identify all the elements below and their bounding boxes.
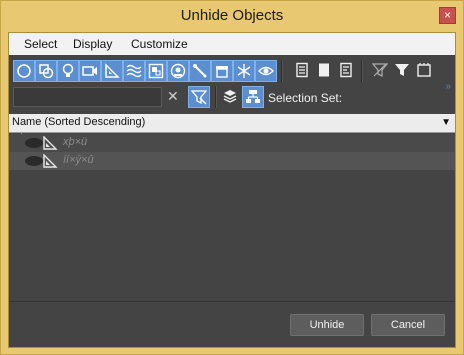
shapes-icon[interactable] (35, 60, 57, 82)
sort-arrow-icon[interactable]: ▼ (441, 117, 451, 128)
cancel-button[interactable]: Cancel (371, 314, 445, 336)
helpers-icon[interactable] (101, 60, 123, 82)
menu-customize[interactable]: Customize (131, 37, 188, 51)
clear-search-icon[interactable]: ✕ (167, 88, 179, 105)
search-input[interactable] (13, 87, 162, 107)
helper-object-icon (42, 153, 58, 173)
filter-toolbar (9, 57, 455, 85)
close-button[interactable]: × (439, 7, 456, 24)
spacewarps-icon[interactable] (123, 60, 145, 82)
menu-select[interactable]: Select (24, 37, 57, 51)
layers-icon[interactable] (220, 86, 242, 108)
object-name: xþ×ü (63, 136, 88, 148)
xrefs-icon[interactable] (167, 60, 189, 82)
object-list[interactable]: xþ×ü íí×ý×û (9, 133, 455, 301)
list-item[interactable]: xþ×ü (9, 134, 455, 152)
frozen-icon[interactable] (233, 60, 255, 82)
search-toolbar: ✕ Selection Set: » (9, 81, 455, 111)
title-bar[interactable]: Unhide Objects × (1, 1, 463, 31)
unhide-objects-window: Unhide Objects × Select Display Customiz… (0, 0, 464, 355)
toolbar-separator (361, 60, 363, 82)
toolbar-separator (281, 60, 283, 82)
list-item[interactable]: íí×ý×û (9, 152, 455, 170)
hidden-eye-icon[interactable] (25, 156, 43, 166)
clipboard-icon[interactable] (414, 60, 436, 82)
menu-bar: Select Display Customize (9, 33, 455, 55)
lights-icon[interactable] (57, 60, 79, 82)
expand-chevron-icon[interactable]: » (445, 81, 451, 92)
name-column-header[interactable]: Name (Sorted Descending) (12, 116, 145, 128)
list-all-icon[interactable] (292, 60, 314, 82)
containers-icon[interactable] (211, 60, 233, 82)
list-header[interactable]: Name (Sorted Descending) ▼ (9, 114, 455, 133)
filter-icon[interactable] (392, 60, 414, 82)
toolbar-separator (215, 86, 217, 108)
object-name: íí×ý×û (63, 154, 94, 166)
divider (9, 301, 455, 302)
dialog-client: Select Display Customize ✕ Selection Set… (8, 32, 456, 348)
groups-icon[interactable] (145, 60, 167, 82)
filter-selection-icon[interactable] (188, 86, 210, 108)
button-bar: Unhide Cancel (9, 303, 455, 347)
hidden-eye-icon[interactable] (25, 138, 43, 148)
unhide-button[interactable]: Unhide (290, 314, 364, 336)
window-title: Unhide Objects (180, 7, 284, 24)
selection-set-label: Selection Set: (268, 91, 343, 105)
list-none-icon[interactable] (314, 60, 336, 82)
hierarchy-icon[interactable] (242, 86, 264, 108)
hidden-icon[interactable] (255, 60, 277, 82)
bones-icon[interactable] (189, 60, 211, 82)
geometry-icon[interactable] (13, 60, 35, 82)
list-invert-icon[interactable] (336, 60, 358, 82)
filter-off-icon[interactable] (370, 60, 392, 82)
cameras-icon[interactable] (79, 60, 101, 82)
menu-display[interactable]: Display (73, 37, 112, 51)
